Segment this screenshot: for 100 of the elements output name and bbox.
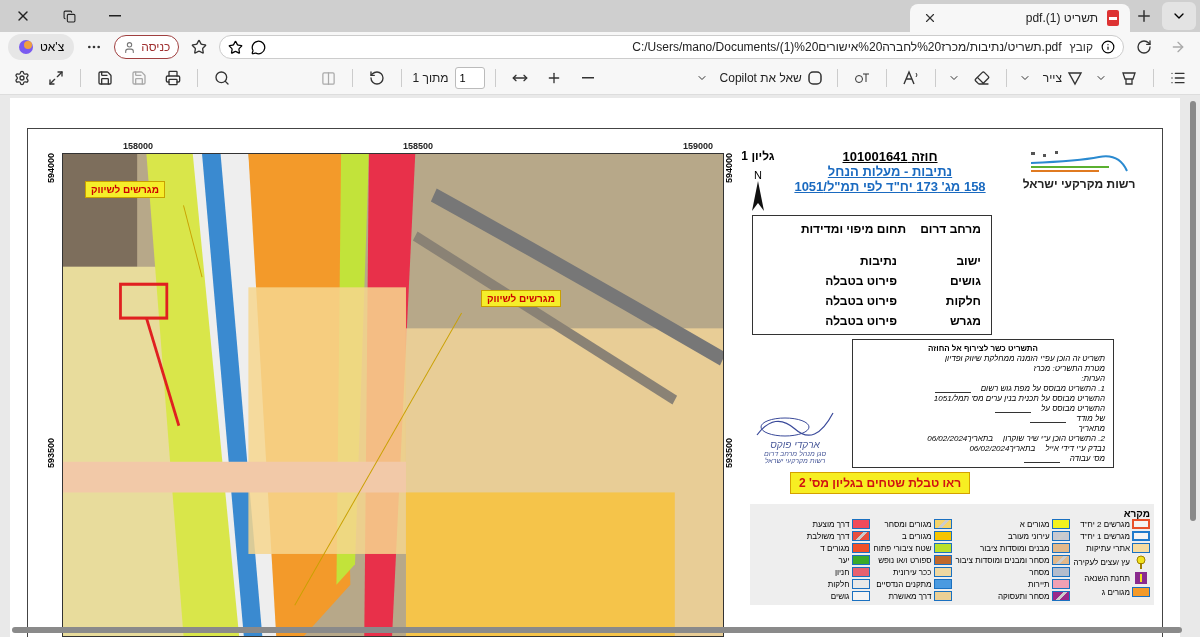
read-aloud-icon xyxy=(901,70,920,86)
project-name: נתיבות - מעלות הנחל xyxy=(827,164,953,179)
field-label: חלקות xyxy=(944,294,981,308)
legend-label: מתקנים הנדסיים xyxy=(876,579,932,589)
legend-label: מסחר xyxy=(1029,567,1050,577)
legend-label: תיירות xyxy=(1028,579,1050,589)
save-icon xyxy=(97,70,113,86)
chat-button[interactable]: צ'אט xyxy=(8,34,75,60)
coordinate-label: 593500 xyxy=(46,438,56,468)
notice-label: ראו טבלת שטחים בגליון מס' 2 xyxy=(790,472,971,494)
profile-button[interactable]: כניסה xyxy=(114,35,180,59)
draw-button[interactable]: צייר xyxy=(1038,65,1087,91)
stamp-text: ארקדי פוקס xyxy=(770,439,820,450)
vertical-scrollbar[interactable] xyxy=(1190,101,1196,521)
note-text: התשריט מבוסס על תכנית בנין ערים מס' תמל/1051 xyxy=(933,394,1105,403)
note-text: נבדק ע"י דידי אייל xyxy=(1045,444,1105,453)
printer-icon xyxy=(165,70,181,86)
favorites-icon xyxy=(191,39,208,55)
field-value: פירוט בטבלה xyxy=(824,294,897,308)
restore-icon xyxy=(62,9,76,23)
info-icon[interactable] xyxy=(1101,40,1115,54)
legend-label: עירוני מעורב xyxy=(1008,531,1050,541)
note-text: הערות: xyxy=(1081,374,1105,383)
arrow-right-icon xyxy=(1170,39,1186,55)
legend-label: חלקות xyxy=(827,579,850,589)
plus-icon xyxy=(1135,7,1153,25)
note-text: מס' עבודה xyxy=(1069,454,1105,463)
search-icon xyxy=(214,70,230,86)
north-label: N xyxy=(754,169,762,181)
legend-label: מסחר ותעסוקה xyxy=(997,591,1050,601)
horizontal-scrollbar[interactable] xyxy=(12,627,1182,633)
eraser-icon xyxy=(973,70,990,86)
legend-label: דרך מאושרת xyxy=(888,591,932,601)
legend-title: מקרא xyxy=(1122,508,1150,519)
legend-label: דרך משולבת xyxy=(806,531,850,541)
note-text: 2. התשריט הוכן ע"י שיר שוקרון xyxy=(1003,434,1105,443)
tab-title: תשריט (1).pdf xyxy=(1024,11,1098,25)
list-icon xyxy=(1170,70,1186,86)
expand-icon xyxy=(48,70,64,86)
field-label: ישוב xyxy=(955,254,981,268)
coordinate-label: 593500 xyxy=(724,438,734,468)
region-label: מרחב דרום xyxy=(920,222,981,236)
page-number-field[interactable]: 1 xyxy=(454,67,485,89)
contract-number: חוזה 101001641 xyxy=(842,149,938,164)
note-text: מטרת התשריט: מכרז xyxy=(1033,364,1105,373)
minimize-icon xyxy=(109,15,121,17)
north-arrow-icon xyxy=(752,181,764,211)
url-text: C:/Users/mano/Documents/(1)%20תשריט/נתיבות/מכרז%20לחברה%20אישורים.pdf xyxy=(632,40,1062,54)
address-bar[interactable]: C:/Users/mano/Documents/(1)%20תשריט/נתיבות/מכרז%20לחברה%20אישורים.pdf קובץ xyxy=(219,35,1124,59)
legend-label: מגורים ומסחר xyxy=(884,519,932,529)
legend-label: גושים xyxy=(830,591,850,601)
file-label: קובץ xyxy=(1069,40,1093,54)
coordinate-label: 594000 xyxy=(724,153,734,183)
legend-label: מגרשים 2 יח"ד xyxy=(1080,519,1130,529)
note-date: בתאריך06/02/2024 xyxy=(927,434,994,443)
coordinate-label: 159000 xyxy=(683,141,714,151)
legend-label: ככר עירונית xyxy=(892,567,932,577)
person-icon xyxy=(123,40,137,54)
notes-title: התשריט כשר לצירוף אל החוזה xyxy=(927,344,1039,353)
field-label: גושים xyxy=(948,274,981,288)
legend-label: אתרי עתיקות xyxy=(1086,543,1130,553)
pdf-file-icon xyxy=(1106,10,1120,26)
legend-label: מבנים ומוסדות ציבור xyxy=(980,543,1050,553)
coordinate-label: 594000 xyxy=(46,153,56,183)
note-text: התשריט מבוסס על xyxy=(1041,404,1105,413)
page-count: מתוך 1 xyxy=(412,71,449,85)
legend-label: מגורים ד xyxy=(820,543,850,553)
legend-label: מגורים ג xyxy=(1101,587,1130,597)
legend-label: דרך מוצעת xyxy=(812,519,850,529)
browser-tab[interactable]: תשריט (1).pdf xyxy=(910,4,1130,32)
field-value: נתיבות xyxy=(858,254,897,268)
legend-label: תחנת השנאה xyxy=(1084,573,1130,583)
legend-label: עץ /עצים לעקירה xyxy=(1073,557,1130,567)
unit-label: תחום מיפוי ומדידות xyxy=(800,222,907,236)
note-text: מתאריך xyxy=(1078,424,1105,433)
chat-bubble-icon[interactable] xyxy=(251,39,267,55)
star-icon[interactable] xyxy=(228,39,244,55)
save-icon xyxy=(131,70,147,86)
settings-icon xyxy=(14,70,30,86)
minus-icon xyxy=(581,77,594,79)
field-value: פירוט בטבלה xyxy=(824,314,897,328)
copilot-button[interactable]: שאל את Copilot xyxy=(715,65,827,91)
legend-label: מסחר ומבנים ומוסדות ציבור xyxy=(955,555,1050,565)
pen-icon xyxy=(1067,70,1083,86)
refresh-icon xyxy=(1136,39,1152,55)
map-callout: מגרשים לשיווק xyxy=(85,181,165,198)
highlighter-icon xyxy=(1121,70,1137,86)
field-value: פירוט בטבלה xyxy=(824,274,897,288)
project-details: 158 מג' 173 יח"ד לפי תמ"ל/1051 xyxy=(794,179,986,194)
map-callout: מגרשים לשיווק xyxy=(481,290,561,307)
legend-label: מגורים א xyxy=(1019,519,1050,529)
note-text: תשריט זה הוכן עפ"י הזמנה ממחלקת שיווק ופדיון xyxy=(945,354,1105,363)
note-date: בתאריך06/02/2024 xyxy=(969,444,1036,453)
legend-label: חניון xyxy=(834,567,850,577)
note-text: 1. התשריט מבוסס על מפת גוש רשום xyxy=(980,384,1105,393)
legend-label: שטח ציבורי פתוח xyxy=(873,543,932,553)
organization-name: רשות מקרקעי ישראל xyxy=(1022,177,1136,191)
close-icon xyxy=(923,11,937,25)
coordinate-label: 158500 xyxy=(403,141,434,151)
legend-label: יער xyxy=(838,555,850,565)
